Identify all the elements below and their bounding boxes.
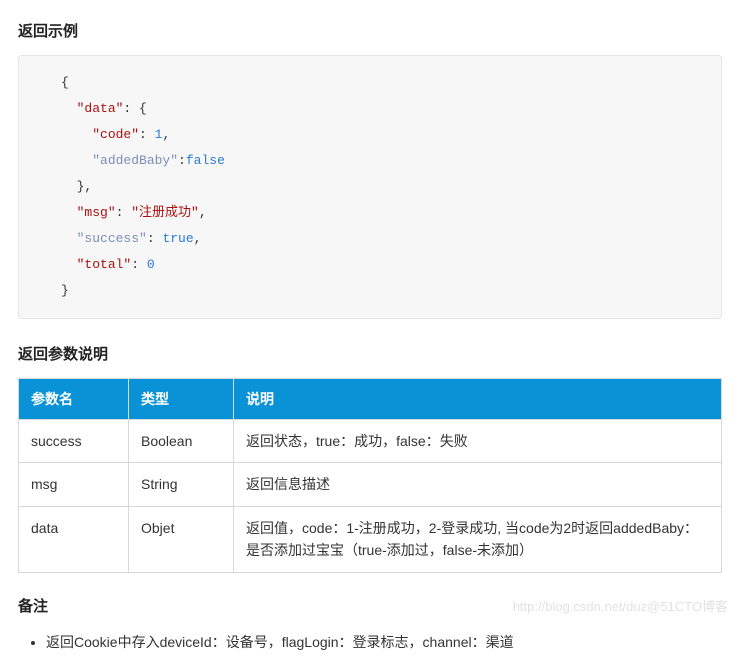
params-table: 参数名 类型 说明 success Boolean 返回状态，true：成功，f…: [18, 378, 722, 573]
code-key-msg: "msg": [77, 205, 116, 220]
code-key-addedbaby: "addedBaby": [92, 153, 178, 168]
code-brace-close-inner: },: [77, 179, 93, 194]
code-val-addedbaby: false: [186, 153, 225, 168]
cell-name: success: [19, 420, 129, 463]
table-row: msg String 返回信息描述: [19, 463, 722, 506]
code-val-success: true: [162, 231, 193, 246]
code-key-total: "total": [77, 257, 132, 272]
code-colon: :: [147, 231, 163, 246]
code-val-total: 0: [147, 257, 155, 272]
cell-desc: 返回状态，true：成功，false：失败: [234, 420, 722, 463]
cell-type: Boolean: [129, 420, 234, 463]
cell-type: String: [129, 463, 234, 506]
cell-desc: 返回信息描述: [234, 463, 722, 506]
code-colon: :: [116, 205, 132, 220]
code-brace-close: }: [61, 283, 69, 298]
th-desc: 说明: [234, 379, 722, 420]
section-title-params: 返回参数说明: [18, 343, 722, 364]
th-name: 参数名: [19, 379, 129, 420]
code-key-code: "code": [92, 127, 139, 142]
code-key-success: "success": [77, 231, 147, 246]
section-title-remark: 备注: [18, 595, 722, 616]
section-title-example: 返回示例: [18, 20, 722, 41]
list-item: 返回Cookie中存入deviceId：设备号，flagLogin：登录标志，c…: [46, 630, 722, 655]
code-brace-open: {: [61, 75, 69, 90]
code-block-response-example: { "data": { "code": 1, "addedBaby":false…: [18, 55, 722, 319]
code-comma: ,: [162, 127, 170, 142]
table-row: data Objet 返回值，code：1-注册成功，2-登录成功, 当code…: [19, 506, 722, 572]
cell-name: msg: [19, 463, 129, 506]
code-comma: ,: [199, 205, 207, 220]
code-colon: :: [178, 153, 186, 168]
table-row: success Boolean 返回状态，true：成功，false：失败: [19, 420, 722, 463]
code-colon: :: [131, 257, 147, 272]
code-val-msg: "注册成功": [131, 205, 199, 220]
code-key-data: "data": [77, 101, 124, 116]
code-comma: ,: [194, 231, 202, 246]
cell-type: Objet: [129, 506, 234, 572]
cell-name: data: [19, 506, 129, 572]
th-type: 类型: [129, 379, 234, 420]
cell-desc: 返回值，code：1-注册成功，2-登录成功, 当code为2时返回addedB…: [234, 506, 722, 572]
code-colon: : {: [123, 101, 146, 116]
code-colon: :: [139, 127, 155, 142]
remark-list: 返回Cookie中存入deviceId：设备号，flagLogin：登录标志，c…: [18, 630, 722, 655]
